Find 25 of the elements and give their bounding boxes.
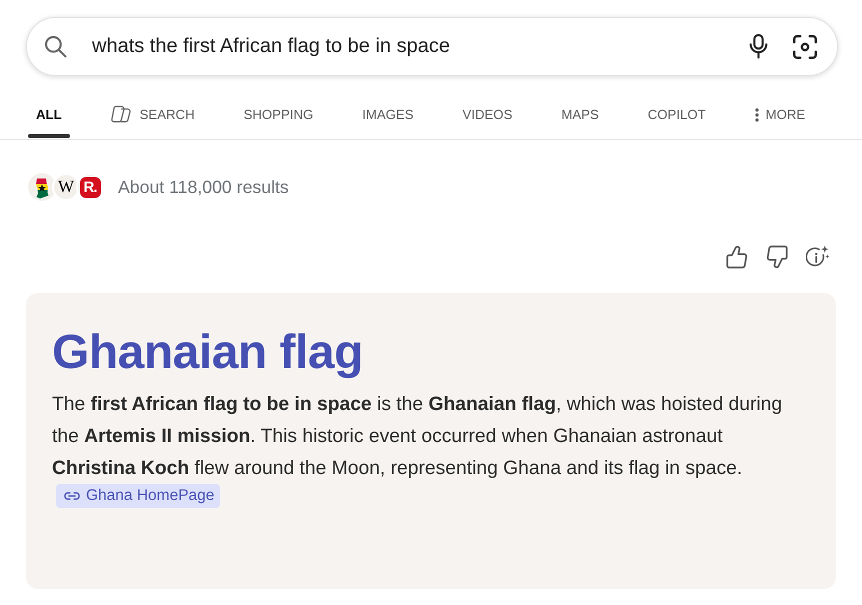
nav-tab[interactable]: COPILOT xyxy=(640,90,714,139)
more-dots-icon xyxy=(754,108,759,122)
nav-tab[interactable]: VIDEOS xyxy=(454,90,520,139)
nav-tab[interactable]: MAPS xyxy=(553,90,607,139)
scan-frame-icon[interactable] xyxy=(793,34,817,58)
answer-title: Ghanaian flag xyxy=(52,325,364,381)
nav-tab[interactable]: MORE xyxy=(746,90,814,139)
thumbs-up-icon[interactable] xyxy=(726,245,748,269)
nav-tab[interactable]: IMAGES xyxy=(354,90,422,139)
overlapping-squares-icon xyxy=(110,105,132,124)
nav-tab[interactable]: SEARCH xyxy=(102,90,203,139)
info-sparkle-icon[interactable] xyxy=(806,245,830,269)
letter-logo-icon: W xyxy=(52,173,80,201)
thumbs-down-icon[interactable] xyxy=(766,245,788,269)
search-field[interactable]: whats the first African flag to be in space xyxy=(26,17,838,76)
microphone-icon[interactable] xyxy=(749,34,768,59)
result-count: About 118,000 results xyxy=(118,176,289,198)
link-icon xyxy=(64,491,80,501)
search-icon xyxy=(45,36,67,58)
nav-tab[interactable]: ALL xyxy=(28,90,70,139)
badge-logo-icon: R. xyxy=(76,173,104,201)
source-link[interactable]: Ghana HomePage xyxy=(56,484,220,508)
nav-tab[interactable]: SHOPPING xyxy=(236,90,322,139)
flag-map-icon xyxy=(28,173,56,201)
answer-text: The first African flag to be in space is the Ghanaian flag, which was hoisted during the Artemis II mission. This historic event occurred when Ghanaian astronaut Christina Koch flew around the Moon, representing Ghana and its flag in space. xyxy=(52,393,784,481)
